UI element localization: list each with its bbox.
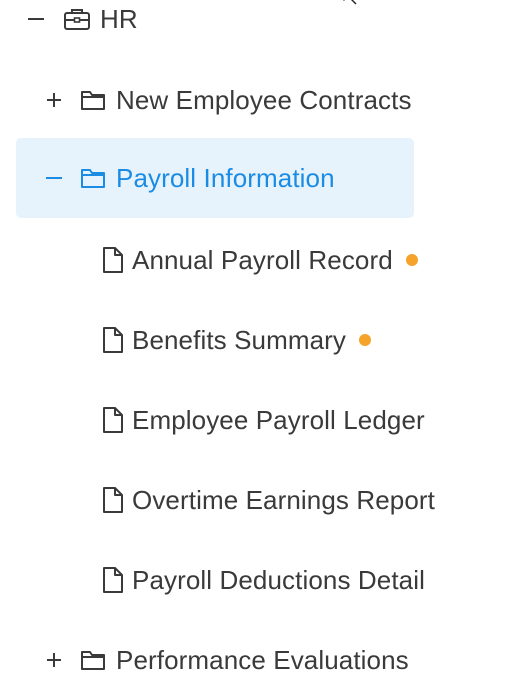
file-tree: HR New Employee Contracts Payroll Inform… bbox=[0, 0, 505, 688]
mouse-cursor-icon bbox=[338, 0, 362, 13]
tree-node-performance-evaluations[interactable]: Performance Evaluations bbox=[42, 620, 409, 700]
file-icon bbox=[102, 566, 124, 594]
folder-icon bbox=[80, 648, 106, 672]
tree-node-new-employee-contracts[interactable]: New Employee Contracts bbox=[42, 60, 412, 140]
tree-node-label: HR bbox=[100, 4, 138, 34]
tree-file-label: Annual Payroll Record bbox=[132, 245, 393, 275]
tree-node-label: Payroll Information bbox=[116, 163, 335, 193]
tree-file-annual-payroll-record[interactable]: Annual Payroll Record bbox=[102, 220, 418, 300]
tree-file-overtime-earnings-report[interactable]: Overtime Earnings Report bbox=[102, 460, 435, 540]
file-icon bbox=[102, 246, 124, 274]
tree-file-label: Benefits Summary bbox=[132, 325, 347, 355]
expand-toggle-icon[interactable] bbox=[42, 647, 68, 673]
tree-node-label: Performance Evaluations bbox=[116, 645, 409, 675]
collapse-toggle-icon[interactable] bbox=[24, 6, 50, 32]
file-icon bbox=[102, 326, 124, 354]
tree-file-payroll-deductions-detail[interactable]: Payroll Deductions Detail bbox=[102, 540, 425, 620]
tree-node-payroll-information[interactable]: Payroll Information bbox=[42, 138, 335, 218]
folder-icon bbox=[80, 166, 106, 190]
briefcase-icon bbox=[62, 6, 92, 32]
folder-icon bbox=[80, 88, 106, 112]
tree-node-hr[interactable]: HR bbox=[24, 0, 138, 59]
tree-file-label: Employee Payroll Ledger bbox=[132, 405, 425, 435]
expand-toggle-icon[interactable] bbox=[42, 87, 68, 113]
modified-indicator bbox=[359, 334, 372, 346]
tree-file-label: Payroll Deductions Detail bbox=[132, 565, 425, 595]
tree-file-employee-payroll-ledger[interactable]: Employee Payroll Ledger bbox=[102, 380, 425, 460]
tree-file-benefits-summary[interactable]: Benefits Summary bbox=[102, 300, 372, 380]
file-icon bbox=[102, 406, 124, 434]
file-icon bbox=[102, 486, 124, 514]
tree-node-label: New Employee Contracts bbox=[116, 85, 412, 115]
tree-file-label: Overtime Earnings Report bbox=[132, 485, 435, 515]
collapse-toggle-icon[interactable] bbox=[42, 165, 68, 191]
modified-indicator bbox=[405, 254, 418, 266]
